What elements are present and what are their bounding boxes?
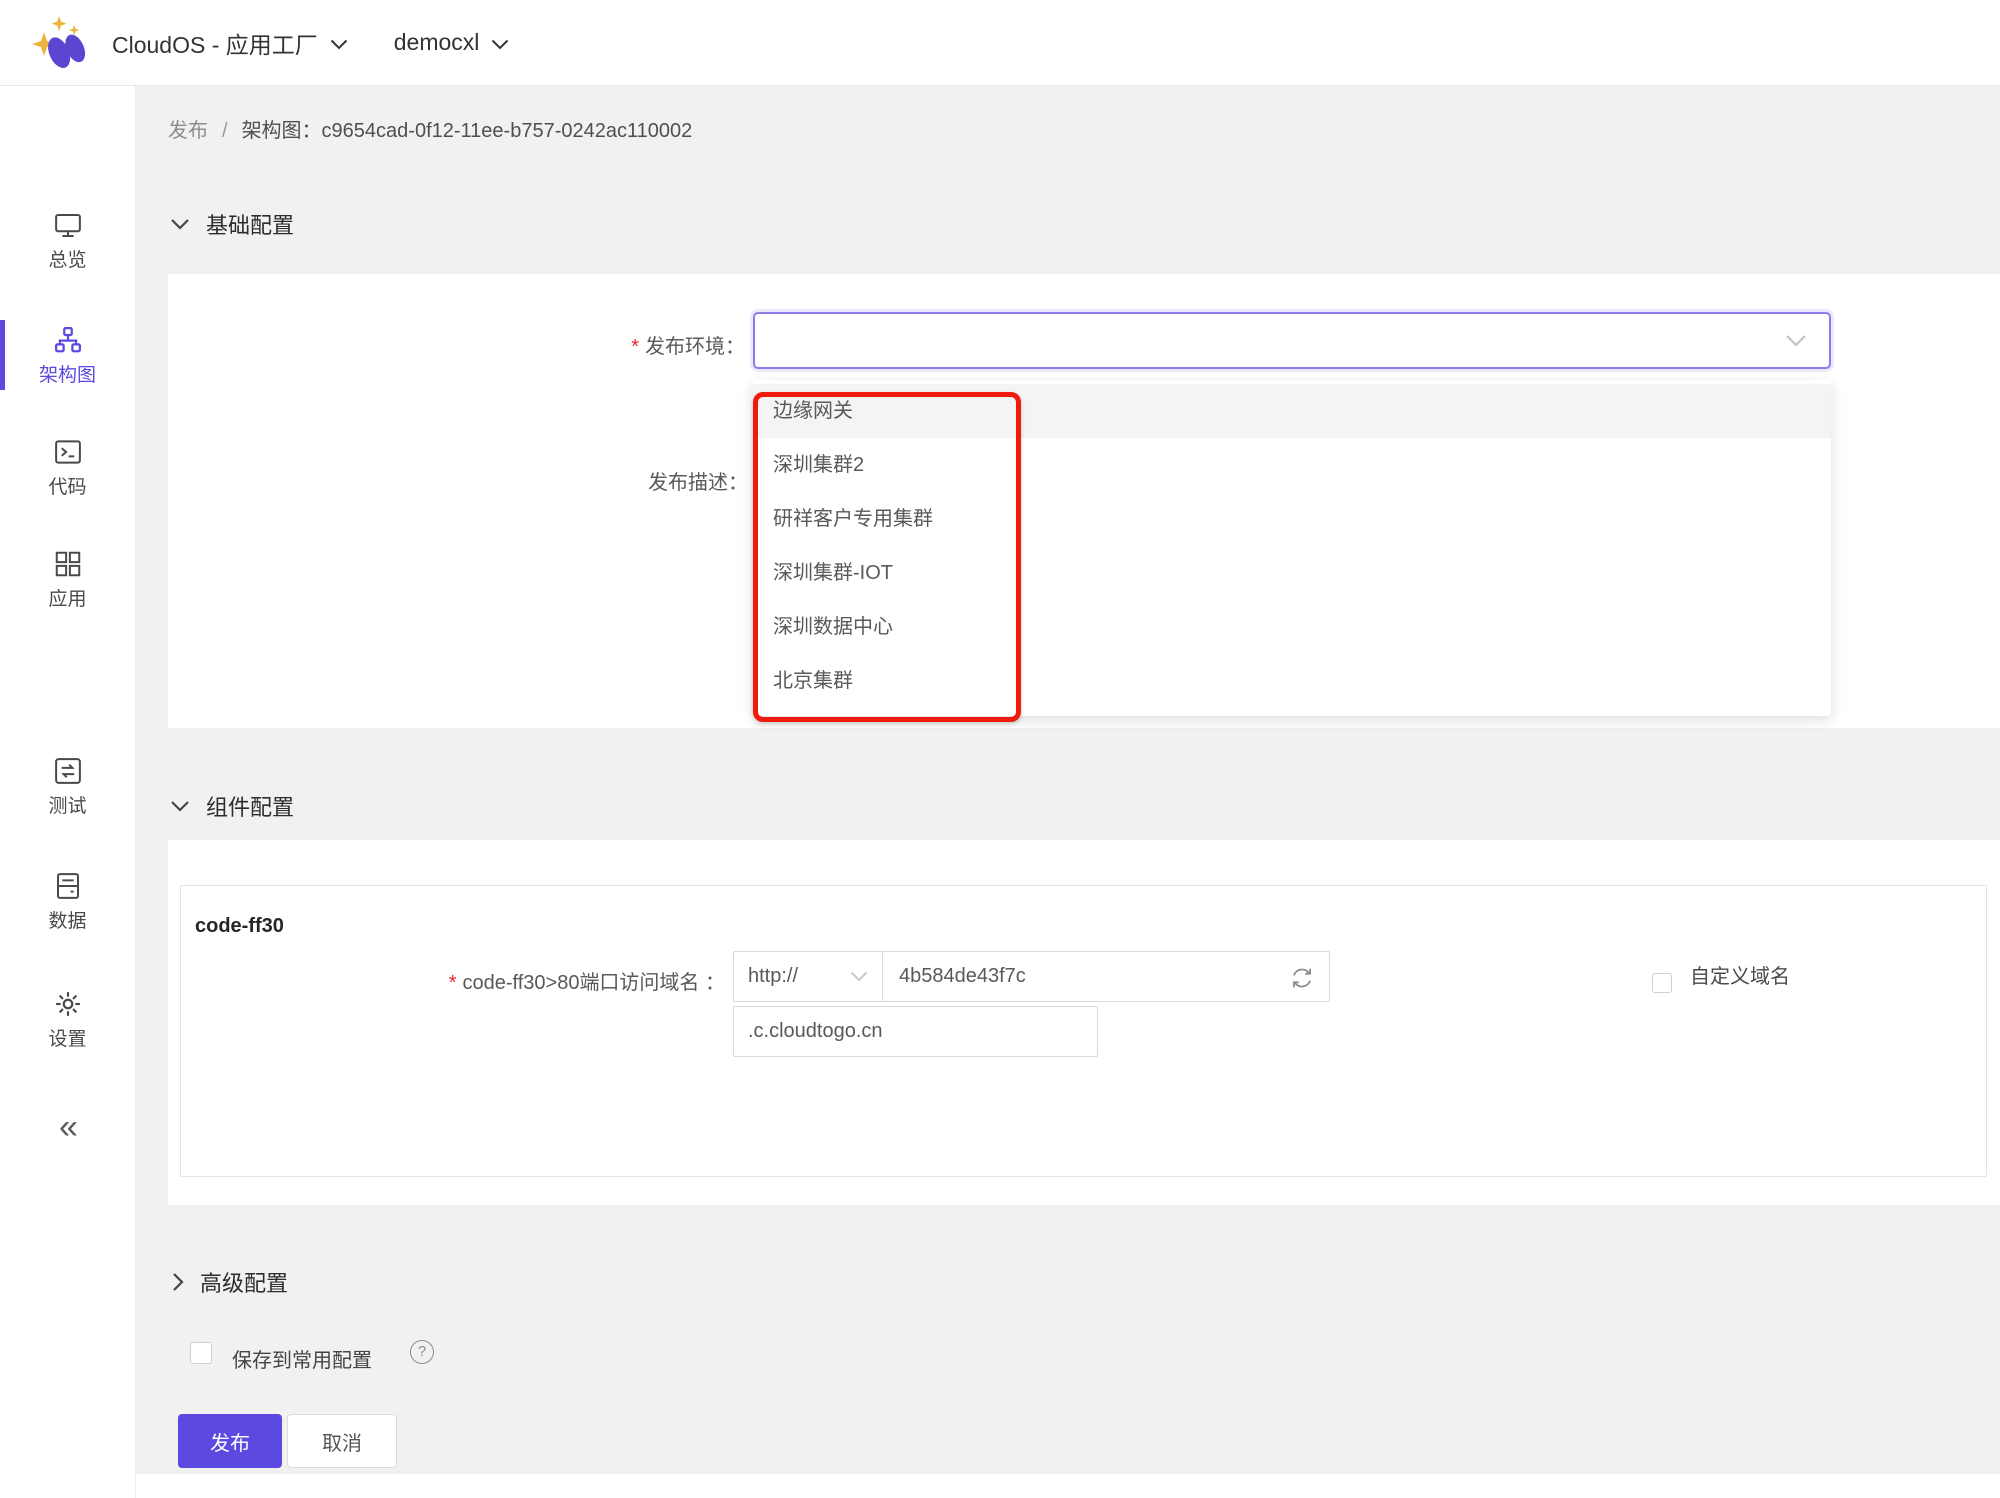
breadcrumb-separator: / xyxy=(222,120,228,142)
cloudos-logo-icon[interactable] xyxy=(30,13,86,73)
save-to-common-checkbox[interactable] xyxy=(190,1342,212,1364)
sidebar-item-architecture[interactable]: 架构图 xyxy=(0,325,135,387)
breadcrumb-current: 架构图：c9654cad-0f12-11ee-b757-0242ac110002 xyxy=(242,120,693,142)
chevron-down-icon xyxy=(170,218,190,230)
publish-button[interactable]: 发布 xyxy=(178,1414,282,1468)
footer-strip xyxy=(136,1474,2000,1498)
component-name: code-ff30 xyxy=(195,915,284,938)
breadcrumb: 发布 / 架构图：c9654cad-0f12-11ee-b757-0242ac110… xyxy=(168,114,692,143)
sidebar-collapse-button[interactable]: « xyxy=(0,1108,135,1147)
app-title[interactable]: CloudOS - 应用工厂 xyxy=(112,26,318,60)
required-asterisk: * xyxy=(449,972,457,994)
sidebar-item-label: 总览 xyxy=(0,245,135,272)
refresh-icon[interactable] xyxy=(1289,965,1315,991)
sidebar-item-label: 设置 xyxy=(0,1024,135,1051)
sidebar-item-data[interactable]: 数据 xyxy=(0,871,135,933)
gear-icon xyxy=(52,989,84,1019)
cancel-button[interactable]: 取消 xyxy=(287,1414,397,1468)
section-header-basic-config[interactable]: 基础配置 xyxy=(170,208,294,240)
chevron-down-icon xyxy=(170,800,190,812)
domain-field-label: *code-ff30>80端口访问域名 ： xyxy=(330,966,725,995)
sidebar-item-settings[interactable]: 设置 xyxy=(0,989,135,1051)
chevron-down-icon xyxy=(850,971,868,982)
logo-star-medium xyxy=(52,16,67,31)
sidebar-item-label: 应用 xyxy=(0,584,135,611)
custom-domain-label[interactable]: 自定义域名 xyxy=(1690,962,1810,993)
sidebar-item-overview[interactable]: 总览 xyxy=(0,210,135,272)
sidebar-item-label: 数据 xyxy=(0,906,135,933)
top-header: CloudOS - 应用工厂 democxl xyxy=(0,0,2000,86)
custom-domain-checkbox[interactable] xyxy=(1652,973,1672,993)
sidebar-item-code[interactable]: 代码 xyxy=(0,437,135,499)
domain-prefix-input[interactable]: 4b584de43f7c xyxy=(882,951,1330,1002)
sidebar-item-test[interactable]: 测试 xyxy=(0,756,135,818)
app-grid-icon xyxy=(52,549,84,579)
terminal-icon xyxy=(52,437,84,467)
app-title-chevron-down-icon[interactable] xyxy=(330,39,348,50)
help-question-icon[interactable]: ? xyxy=(410,1340,434,1364)
protocol-select[interactable]: http:// xyxy=(733,951,883,1002)
sidebar-item-label: 测试 xyxy=(0,791,135,818)
section-header-component-config[interactable]: 组件配置 xyxy=(170,790,294,822)
app-root: CloudOS - 应用工厂 democxl 总览 架构图 xyxy=(0,0,2000,1498)
workspace-selector[interactable]: democxl xyxy=(394,29,480,56)
sidebar-nav: 总览 架构图 代码 应用 xyxy=(0,86,136,1498)
section-title: 基础配置 xyxy=(206,208,294,240)
sitemap-icon xyxy=(52,325,84,355)
logo-star-small xyxy=(69,24,80,35)
dropdown-option[interactable]: 边缘网关 xyxy=(753,384,1831,438)
dropdown-option[interactable]: 深圳集群-IOT xyxy=(753,546,1831,600)
chevron-right-icon xyxy=(172,1272,184,1292)
desc-field-label: 发布描述： xyxy=(445,466,748,495)
section-header-advanced-config[interactable]: 高级配置 xyxy=(172,1266,288,1298)
publish-env-select[interactable] xyxy=(753,312,1831,369)
publish-env-dropdown: 边缘网关 深圳集群2 研祥客户专用集群 深圳集群-IOT 深圳数据中心 北京集群 xyxy=(753,380,1831,716)
dropdown-option[interactable]: 北京集群 xyxy=(753,654,1831,708)
section-title: 组件配置 xyxy=(206,790,294,822)
chevron-down-icon xyxy=(1785,334,1807,347)
database-server-icon xyxy=(52,871,84,901)
sidebar-item-label: 代码 xyxy=(0,472,135,499)
protocol-value: http:// xyxy=(748,965,798,988)
sidebar-item-label: 架构图 xyxy=(0,360,135,387)
section-title: 高级配置 xyxy=(200,1266,288,1298)
breadcrumb-section[interactable]: 发布 xyxy=(168,120,208,142)
monitor-icon xyxy=(52,210,84,240)
domain-prefix-value: 4b584de43f7c xyxy=(899,965,1026,988)
required-asterisk: * xyxy=(631,336,639,358)
workspace-chevron-down-icon[interactable] xyxy=(491,39,509,50)
sidebar-item-apps[interactable]: 应用 xyxy=(0,549,135,611)
env-field-label: *发布环境： xyxy=(420,330,745,359)
dropdown-option[interactable]: 深圳数据中心 xyxy=(753,600,1831,654)
domain-suffix-input[interactable]: .c.cloudtogo.cn xyxy=(733,1006,1098,1057)
save-to-common-label[interactable]: 保存到常用配置 xyxy=(232,1344,372,1373)
dropdown-option[interactable]: 研祥客户专用集群 xyxy=(753,492,1831,546)
test-loop-icon xyxy=(52,756,84,786)
domain-suffix-value: .c.cloudtogo.cn xyxy=(748,1020,883,1043)
dropdown-option[interactable]: 深圳集群2 xyxy=(753,438,1831,492)
